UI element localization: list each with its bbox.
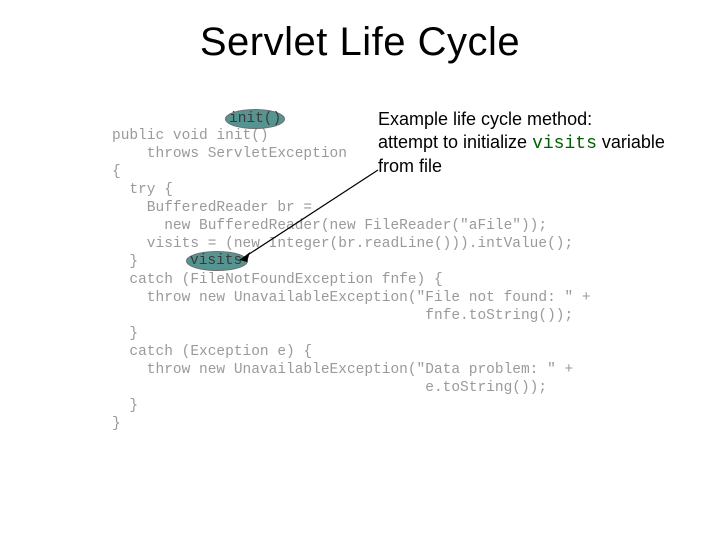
callout-text: Example life cycle method: attempt to in…: [378, 108, 688, 178]
callout-code: visits: [532, 134, 597, 154]
callout-line3: from file: [378, 156, 442, 176]
callout-line2b: variable: [597, 132, 665, 152]
callout-line1: Example life cycle method:: [378, 109, 592, 129]
highlight-visits: [186, 251, 248, 271]
highlight-init: [225, 109, 285, 129]
callout-line2a: attempt to initialize: [378, 132, 532, 152]
slide: Servlet Life Cycle public void init() th…: [0, 0, 720, 540]
page-title: Servlet Life Cycle: [0, 20, 720, 65]
